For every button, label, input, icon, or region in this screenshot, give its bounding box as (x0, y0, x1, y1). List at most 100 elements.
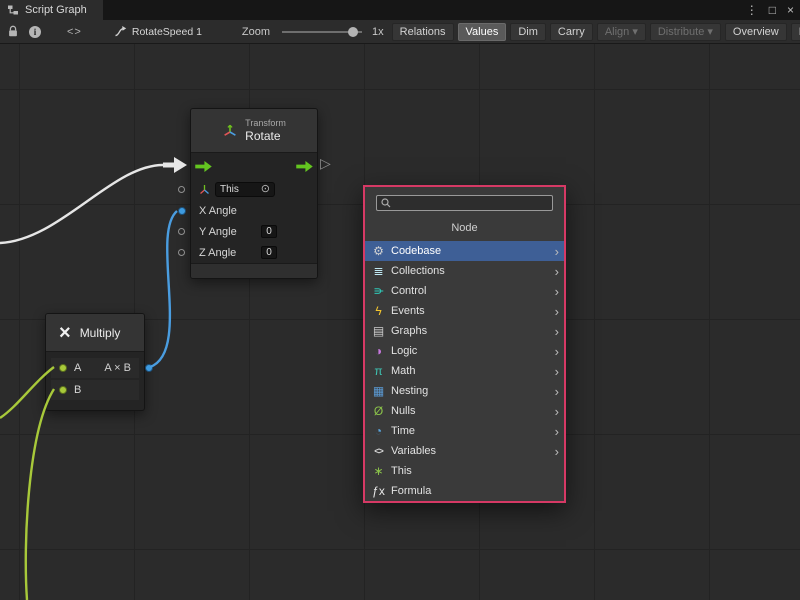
this-field-label: This (220, 184, 239, 195)
search-icon (381, 198, 391, 208)
finder-item-events[interactable]: ϟEvents› (365, 301, 564, 321)
axes-icon (199, 184, 210, 195)
collapse-icon[interactable]: <> (67, 26, 82, 38)
x-angle-row: X Angle (191, 200, 317, 221)
window-controls: ⋮ □ × (746, 0, 794, 20)
port-label-a: A (74, 362, 81, 374)
graph-toolbar: i <> RotateSpeed 1 Zoom 1x RelationsValu… (0, 20, 800, 44)
graph-canvas[interactable]: Transform Rotate (0, 44, 800, 600)
logic-icon: ◑ (371, 345, 386, 357)
info-icon[interactable]: i (29, 26, 41, 38)
window-close-icon[interactable]: × (787, 4, 794, 16)
node-multiply[interactable]: × Multiply A A × B B (45, 313, 145, 411)
zoom-label: Zoom (242, 26, 270, 38)
window-menu-icon[interactable]: ⋮ (746, 4, 758, 16)
toolbar-button-full-screen[interactable]: Full Screen (791, 23, 800, 41)
tab-title: Script Graph (25, 4, 87, 16)
finder-item-nesting[interactable]: ▦ Nesting › (365, 381, 564, 401)
node-multiply-body: A A × B B (46, 352, 144, 410)
chevron-right-icon: › (555, 265, 559, 278)
toolbar-button-align[interactable]: Align ▾ (597, 23, 646, 41)
multiply-row-b: B (51, 380, 139, 400)
finder-item-codebase[interactable]: ⚙Codebase› (365, 241, 564, 261)
finder-item-label: Logic (391, 345, 550, 357)
fuzzy-finder: Node ⚙Codebase›≣Collections›⋔Control›ϟEv… (363, 185, 566, 503)
this-port[interactable] (178, 186, 185, 193)
search-field[interactable] (376, 195, 553, 211)
zoom-slider-handle[interactable] (348, 27, 358, 37)
node-kind-label: Transform (245, 118, 286, 128)
z-angle-input[interactable]: 0 (261, 246, 277, 259)
toolbar-button-relations[interactable]: Relations (392, 23, 454, 41)
output-label: A × B (104, 362, 131, 374)
node-rotate-body: This ⊙ X Angle Y Angle 0 Z Angle 0 (191, 153, 317, 263)
finder-item-formula[interactable]: ƒxFormula (365, 481, 564, 501)
finder-item-variables[interactable]: <> Variables › (365, 441, 564, 461)
nesting-grid-icon: ▦ (371, 385, 386, 397)
null-icon: Ø (371, 405, 386, 417)
toolbar-button-carry[interactable]: Carry (550, 23, 593, 41)
finder-header: Node (365, 217, 564, 241)
chevron-right-icon: › (555, 325, 559, 338)
finder-item-nulls[interactable]: ØNulls› (365, 401, 564, 421)
variables-icon: <> (371, 447, 386, 456)
finder-item-graphs[interactable]: ▤Graphs› (365, 321, 564, 341)
finder-item-control[interactable]: ⋔Control› (365, 281, 564, 301)
node-rotate[interactable]: Transform Rotate (190, 108, 318, 279)
chevron-right-icon: › (555, 245, 559, 258)
tab-script-graph[interactable]: Script Graph (0, 0, 103, 20)
flow-output-arrow-icon[interactable] (296, 161, 313, 172)
this-object-field[interactable]: This ⊙ (215, 182, 275, 197)
node-titles: Transform Rotate (245, 118, 286, 143)
graph-name[interactable]: RotateSpeed 1 (132, 26, 202, 38)
finder-item-label: Variables (391, 445, 550, 457)
chevron-right-icon: › (555, 385, 559, 398)
search-input[interactable] (395, 197, 548, 209)
node-rotate-header[interactable]: Transform Rotate (191, 109, 317, 153)
toolbar-buttons: RelationsValuesDimCarryAlign ▾Distribute… (388, 23, 800, 41)
finder-item-label: Math (391, 365, 550, 377)
input-b-port[interactable] (59, 386, 67, 394)
chevron-right-icon: › (555, 305, 559, 318)
finder-item-time[interactable]: ◔Time› (365, 421, 564, 441)
lock-icon[interactable] (7, 25, 19, 38)
finder-item-math[interactable]: πMath› (365, 361, 564, 381)
object-picker-icon[interactable]: ⊙ (261, 184, 270, 195)
toolbar-button-overview[interactable]: Overview (725, 23, 787, 41)
finder-item-label: Codebase (391, 245, 550, 257)
y-angle-input[interactable]: 0 (261, 225, 277, 238)
pi-icon: π (371, 365, 386, 377)
x-angle-port[interactable] (178, 207, 186, 215)
window-maximize-icon[interactable]: □ (769, 4, 776, 16)
z-angle-row: Z Angle 0 (191, 242, 317, 263)
chevron-right-icon: › (555, 285, 559, 298)
flow-input-arrow-icon[interactable] (195, 161, 212, 172)
node-multiply-header[interactable]: × Multiply (46, 314, 144, 352)
this-port-row: This ⊙ (191, 179, 317, 200)
finder-item-collections[interactable]: ≣Collections› (365, 261, 564, 281)
zoom-value: 1x (372, 26, 384, 38)
y-angle-row: Y Angle 0 (191, 221, 317, 242)
node-title: Rotate (245, 129, 286, 143)
toolbar-button-values[interactable]: Values (458, 23, 507, 41)
clock-icon: ◔ (371, 425, 386, 437)
finder-item-label: Nulls (391, 405, 550, 417)
z-angle-port[interactable] (178, 249, 185, 256)
zoom-slider[interactable] (282, 31, 362, 33)
chevron-right-icon: › (555, 445, 559, 458)
finder-item-logic[interactable]: ◑ Logic › (365, 341, 564, 361)
finder-item-label: Collections (391, 265, 550, 277)
finder-item-label: Events (391, 305, 550, 317)
graph-asset-icon (114, 25, 127, 38)
this-star-icon: ∗ (371, 465, 386, 477)
input-a-port[interactable] (59, 364, 67, 372)
output-port[interactable] (145, 364, 153, 372)
finder-item-this[interactable]: ∗This (365, 461, 564, 481)
toolbar-button-distribute[interactable]: Distribute ▾ (650, 23, 721, 41)
y-angle-port[interactable] (178, 228, 185, 235)
finder-item-label: Formula (391, 485, 559, 497)
chevron-right-icon: › (555, 345, 559, 358)
toolbar-button-dim[interactable]: Dim (510, 23, 546, 41)
finder-item-label: Nesting (391, 385, 550, 397)
port-label-x: X Angle (199, 205, 247, 217)
